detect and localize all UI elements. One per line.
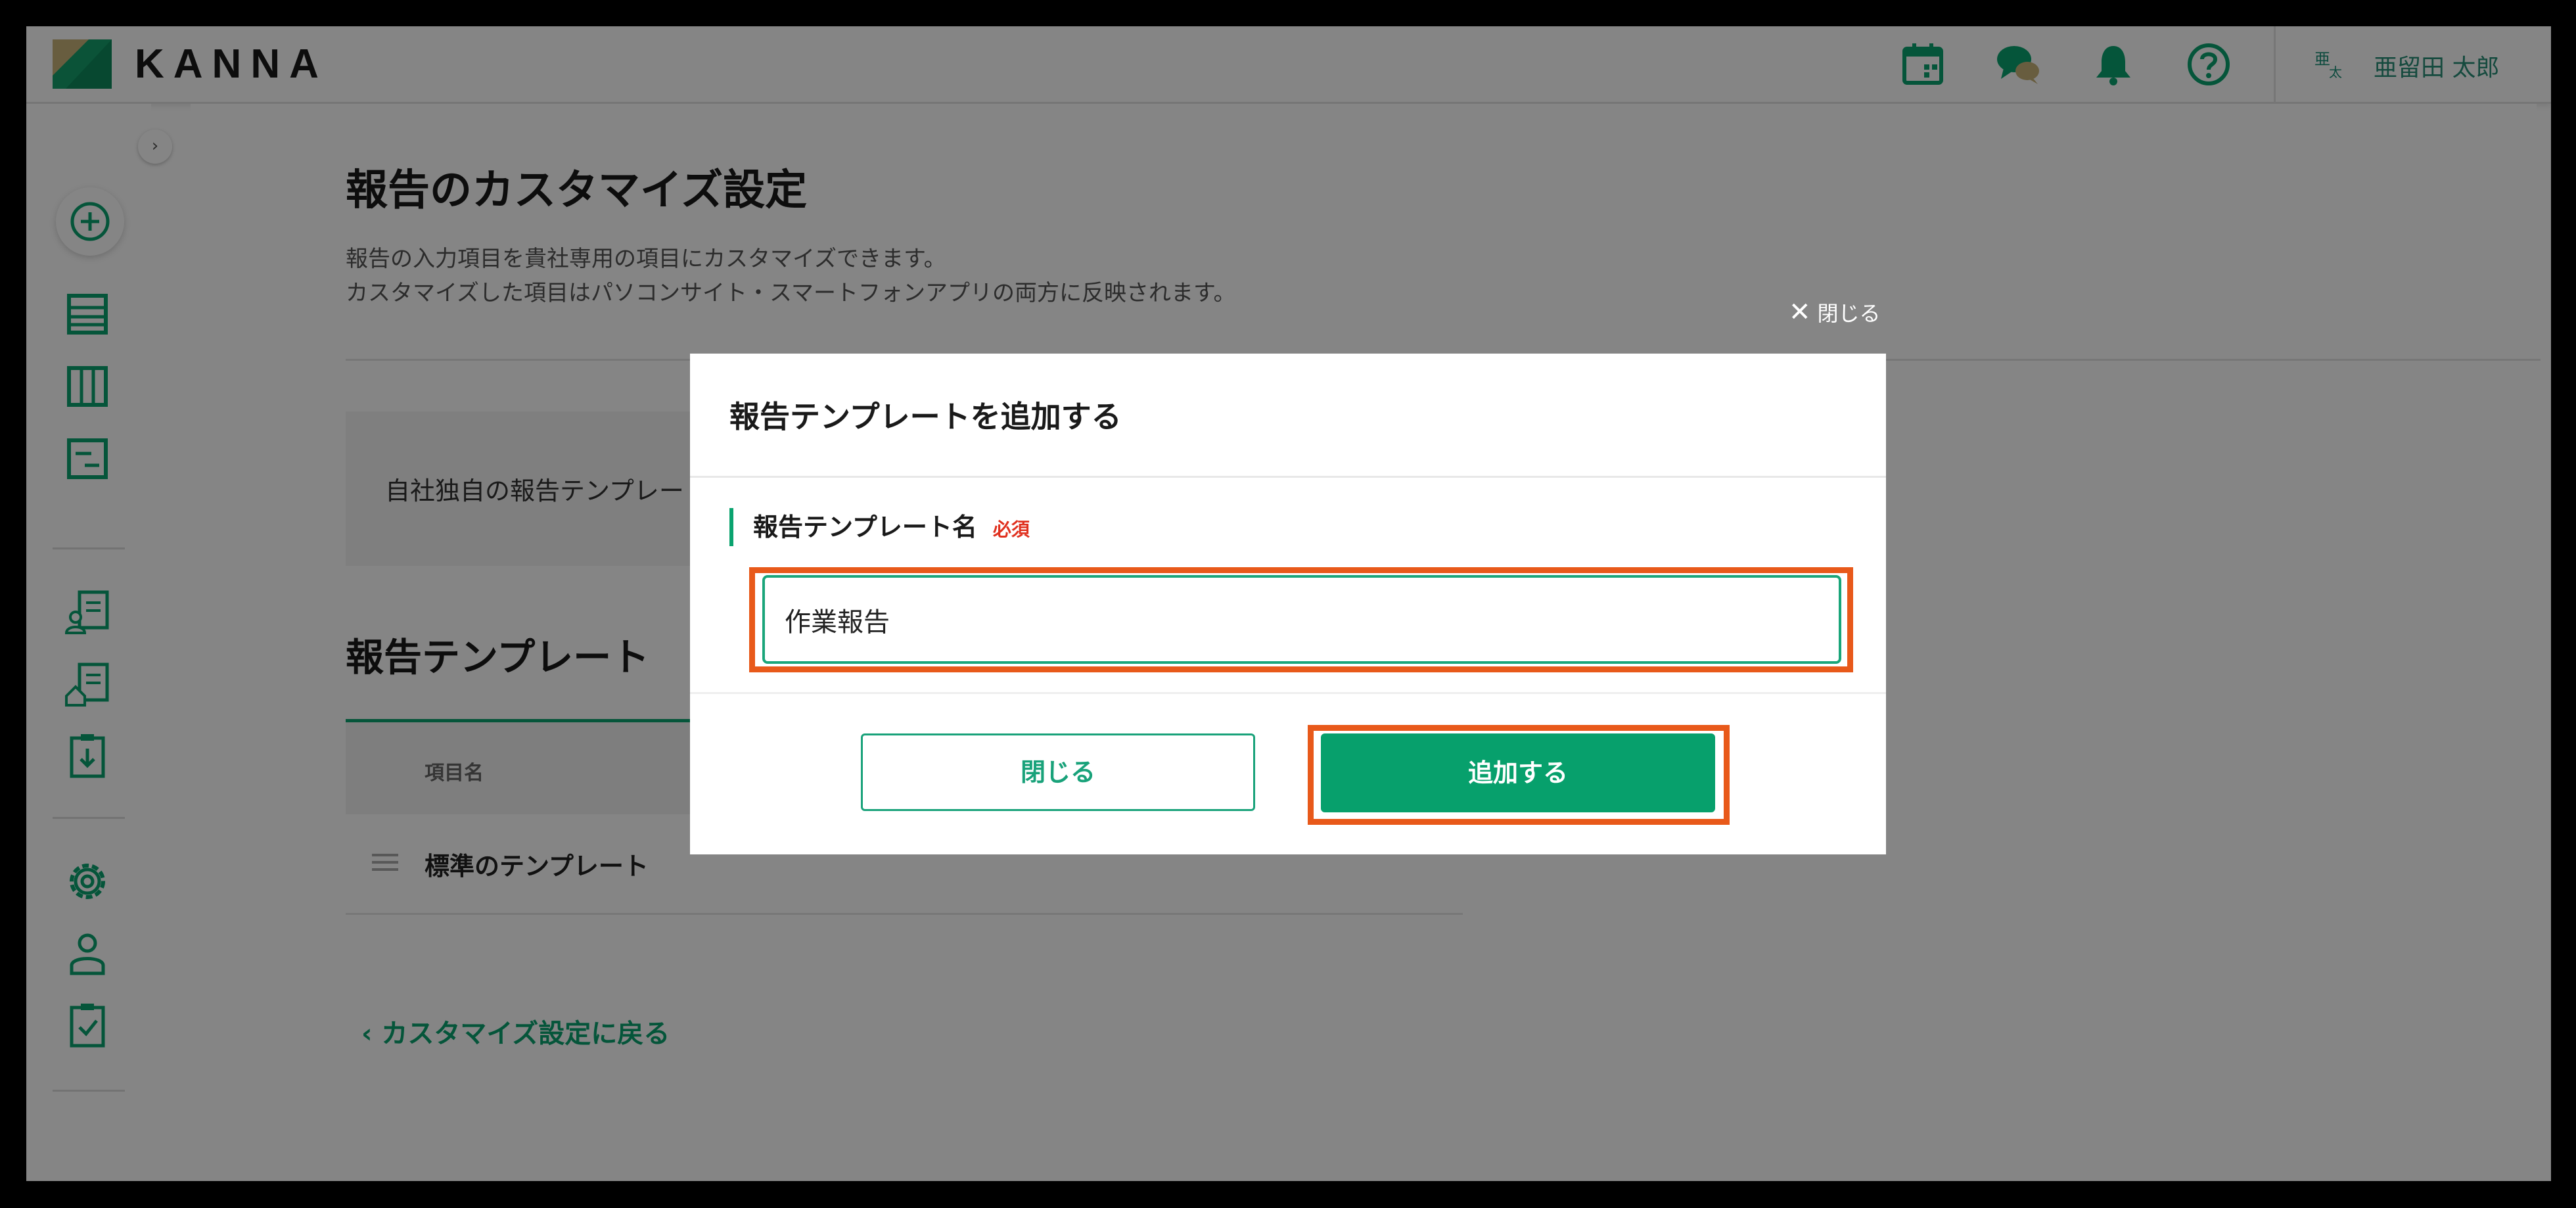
close-icon: ✕ [1789, 297, 1811, 327]
dialog-divider [690, 476, 1886, 478]
dialog-title: 報告テンプレートを追加する [729, 399, 1122, 434]
template-name-input[interactable] [762, 575, 1841, 664]
template-name-label: 報告テンプレート名 必須 [729, 508, 1030, 546]
dialog-divider [690, 692, 1886, 694]
add-button[interactable]: 追加する [1321, 733, 1715, 812]
close-button[interactable]: 閉じる [861, 733, 1255, 811]
required-badge: 必須 [992, 519, 1030, 540]
add-template-dialog: 報告テンプレートを追加する 報告テンプレート名必須 閉じる 追加する [690, 354, 1886, 854]
modal-close-link[interactable]: ✕ 閉じる [1789, 297, 1881, 327]
